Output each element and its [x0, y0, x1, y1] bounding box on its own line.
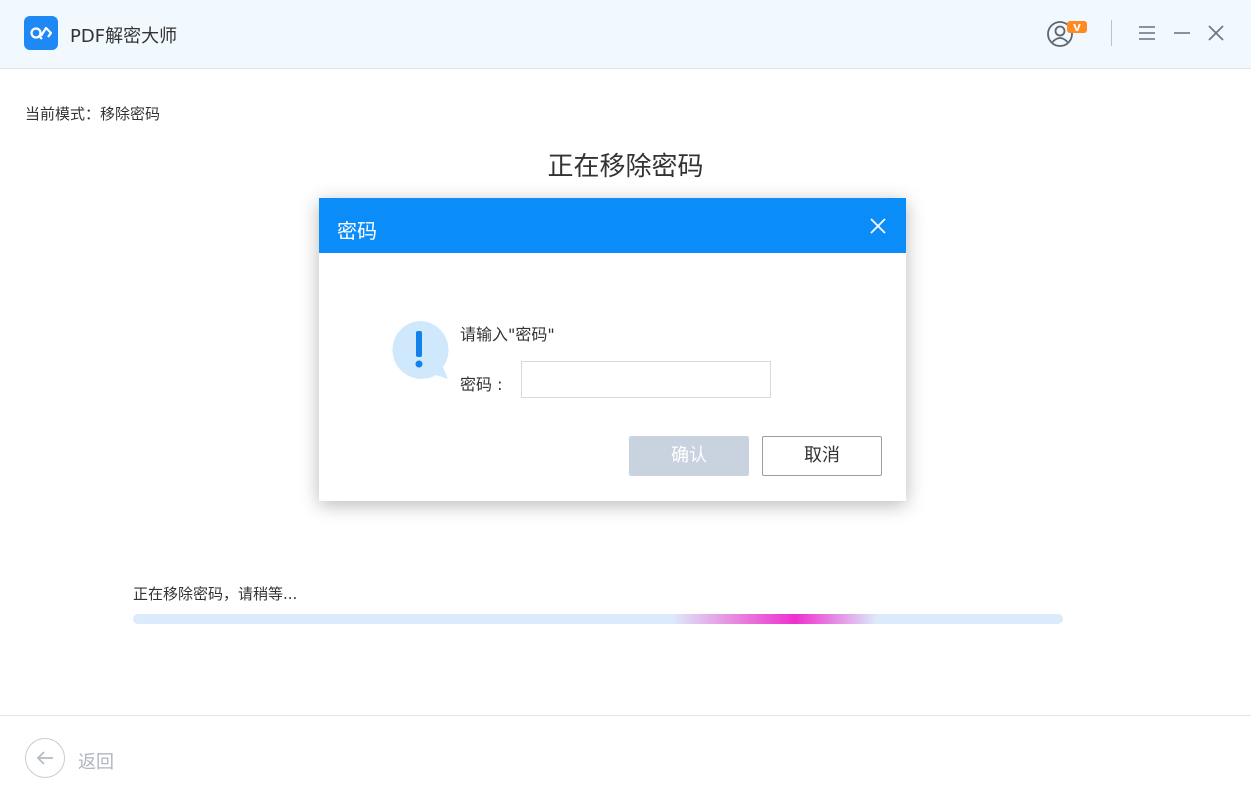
- close-icon[interactable]: [1205, 22, 1227, 44]
- confirm-button[interactable]: 确认: [629, 436, 749, 476]
- app-logo-icon: [24, 16, 58, 50]
- minimize-icon[interactable]: [1171, 22, 1193, 44]
- current-mode-label: 当前模式：移除密码: [25, 105, 161, 123]
- password-input[interactable]: [521, 361, 771, 398]
- app-title: PDF解密大师: [70, 26, 178, 47]
- password-prompt: 请输入"密码": [460, 325, 555, 344]
- title-bar: PDF解密大师 V: [0, 0, 1251, 69]
- vip-badge: V: [1073, 23, 1081, 34]
- back-button[interactable]: [25, 738, 65, 778]
- dialog-header: 密码: [319, 198, 906, 253]
- progress-status-text: 正在移除密码，请稍等...: [133, 585, 298, 603]
- arrow-left-icon: [36, 751, 53, 765]
- dialog-close-icon[interactable]: [868, 216, 888, 236]
- cancel-button[interactable]: 取消: [762, 436, 882, 476]
- menu-icon[interactable]: [1136, 22, 1158, 44]
- page-title: 正在移除密码: [547, 152, 704, 182]
- password-dialog: 密码 请输入"密码" 密码 : 确认 取消: [319, 198, 906, 501]
- progress-bar: [133, 614, 1063, 624]
- footer-divider: [0, 715, 1251, 716]
- exclamation-bubble-icon: [388, 319, 452, 383]
- back-label[interactable]: 返回: [78, 748, 114, 774]
- password-label: 密码 :: [460, 375, 503, 394]
- dialog-title: 密码: [337, 219, 377, 243]
- titlebar-divider: [1111, 20, 1112, 46]
- progress-bar-indicator: [672, 614, 877, 624]
- user-avatar-icon[interactable]: V: [1044, 18, 1090, 50]
